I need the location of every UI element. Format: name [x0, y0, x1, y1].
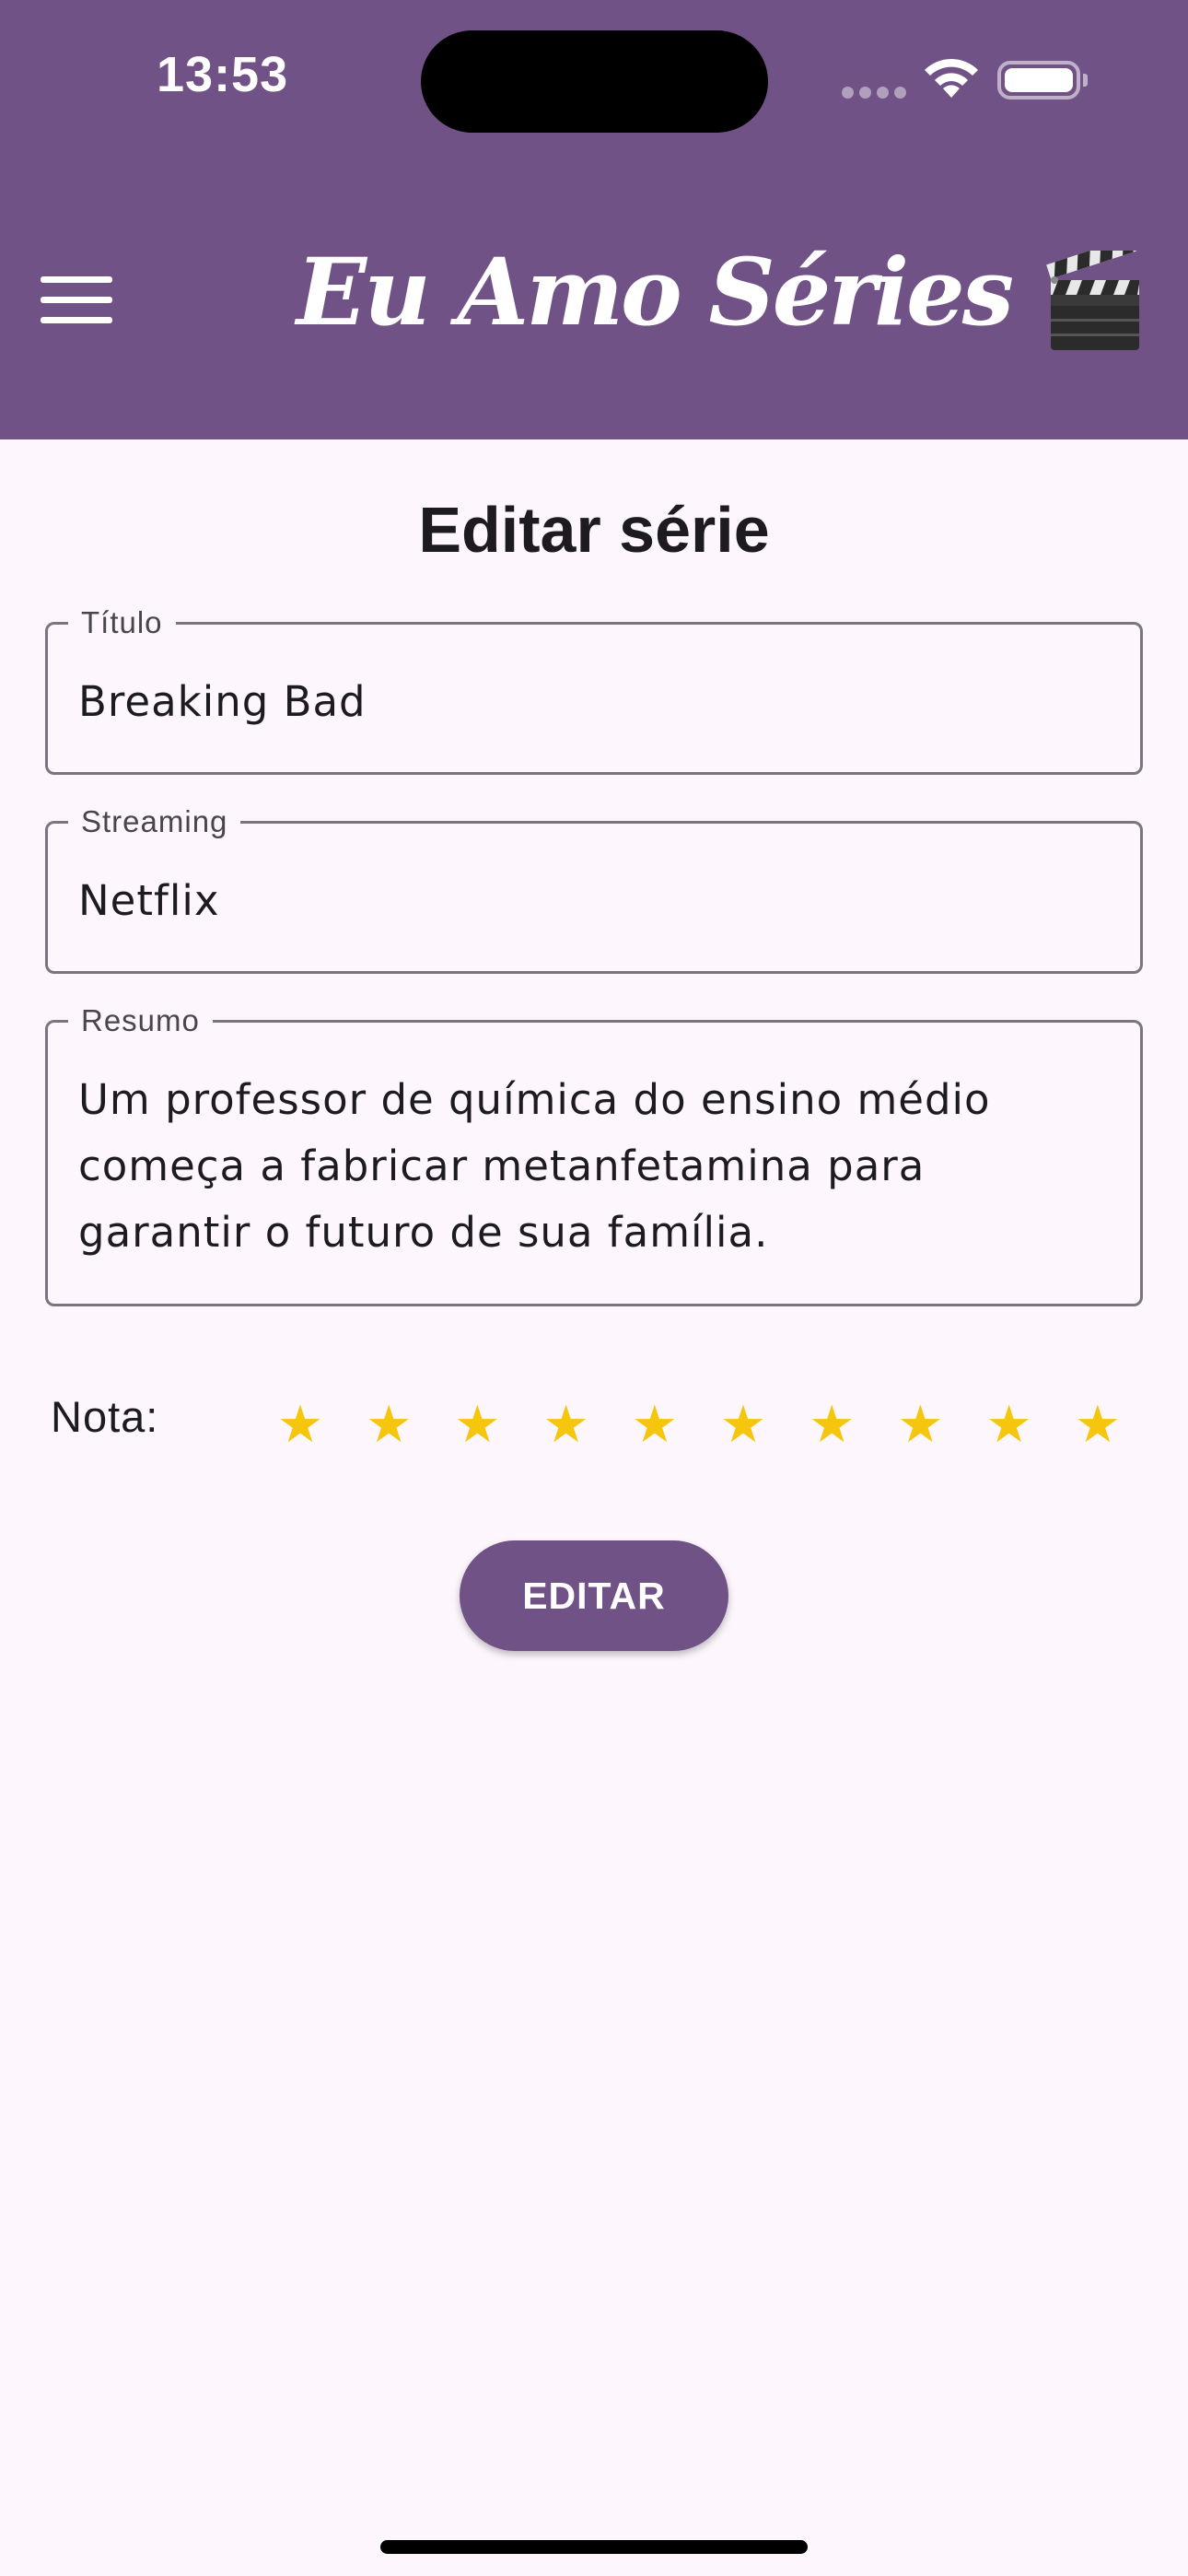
summary-field-label: Resumo [68, 1002, 213, 1039]
rating-star-icon[interactable]: ★ [1070, 1397, 1125, 1452]
title-input[interactable] [78, 671, 1110, 732]
rating-star-icon[interactable]: ★ [892, 1397, 948, 1452]
rating-star-icon[interactable]: ★ [361, 1397, 416, 1452]
app-title: Eu Amo Séries [296, 238, 1014, 346]
hamburger-menu-icon[interactable] [35, 267, 118, 334]
summary-textarea[interactable] [78, 1067, 1110, 1279]
rating-star-icon[interactable]: ★ [273, 1397, 328, 1452]
app-bar: 13:53 Eu Amo Séries [0, 0, 1188, 439]
page-title: Editar série [418, 494, 770, 566]
summary-field: Resumo [45, 1002, 1143, 1306]
streaming-field: Streaming [45, 803, 1143, 974]
streaming-input[interactable] [78, 870, 1110, 931]
rating-star-icon[interactable]: ★ [716, 1397, 771, 1452]
rating-label: Nota: [51, 1392, 159, 1441]
edit-button[interactable]: EDITAR [460, 1540, 728, 1651]
rating-star-icon[interactable]: ★ [982, 1397, 1037, 1452]
home-indicator[interactable] [380, 2540, 808, 2554]
streaming-field-label: Streaming [68, 803, 241, 840]
rating-star-icon[interactable]: ★ [449, 1397, 505, 1452]
wifi-icon [925, 58, 978, 98]
clapper-board-icon [1046, 251, 1139, 350]
rating-star-icon[interactable]: ★ [539, 1397, 594, 1452]
dynamic-island [421, 30, 768, 133]
edit-series-screen: 13:53 Eu Amo Séries Editar série Título … [0, 0, 1188, 2576]
rating-stars: ★ ★ ★ ★ ★ ★ ★ ★ ★ ★ [273, 1397, 1138, 1452]
rating-star-icon[interactable]: ★ [627, 1397, 682, 1452]
rating-star-icon[interactable]: ★ [804, 1397, 859, 1452]
title-field: Título [45, 604, 1143, 775]
status-time: 13:53 [157, 47, 289, 102]
battery-icon [997, 61, 1088, 100]
title-field-label: Título [68, 604, 176, 641]
